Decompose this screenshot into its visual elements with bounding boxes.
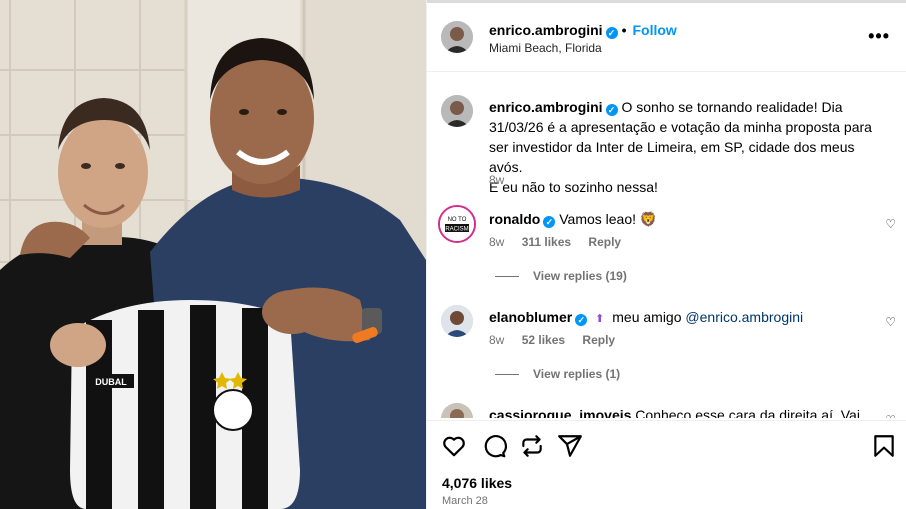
post-header: enrico.ambrogini ✓ • Follow Miami Beach, Fl… [427,4,906,72]
caption-meta: 8w [489,173,518,187]
comment-text-block: elanoblumer ✓ ⬆ meu amigo @enrico.ambrogi… [489,307,872,329]
comments-list[interactable]: enrico.ambrogini ✓ O sonho se tornando re… [427,73,906,418]
caption-avatar[interactable] [441,95,473,127]
svg-text:RACISM: RACISM [445,227,468,233]
comment-meta: 8w 311 likes Reply [489,235,635,249]
comment-time[interactable]: 8w [489,333,504,347]
comment-like-heart-icon[interactable]: ♡ [885,315,896,329]
verified-badge-icon: ✓ [575,314,588,326]
comment-reply-button[interactable]: Reply [582,333,615,347]
comment-likes[interactable]: 311 likes [522,235,571,249]
comment-like-heart-icon[interactable]: ♡ [885,413,896,418]
comment-text: Conheço esse cara da direita aí. Vai [635,407,860,418]
comment-icon[interactable] [481,433,507,459]
post-photo[interactable]: DUBAL [0,0,426,509]
comment-mention-link[interactable]: @enrico.ambrogini [685,309,803,325]
post-location[interactable]: Miami Beach, Florida [489,41,602,55]
caption-text-block: enrico.ambrogini ✓ O sonho se tornando re… [489,97,872,197]
verified-badge-icon: ✓ [543,216,556,228]
comment-text: meu amigo [612,309,682,325]
comment-item: elanoblumer ✓ ⬆ meu amigo @enrico.ambrogi… [427,305,906,385]
verified-badge-icon: ✓ [605,104,618,116]
follow-button[interactable]: Follow [632,22,676,38]
verified-badge-icon: ✓ [605,27,618,39]
comment-username[interactable]: ronaldo [489,211,540,227]
comment-time[interactable]: 8w [489,235,504,249]
comment-avatar-ronaldo[interactable]: NO TO RACISM [438,205,476,243]
bookmark-icon[interactable] [871,433,897,459]
jersey-brand-text: DUBAL [95,377,127,387]
caption-entry: enrico.ambrogini ✓ O sonho se tornando re… [427,95,906,195]
separator-dot: • [621,22,627,38]
comment-text-block: ronaldo ✓ Vamos leao! 🦁 [489,209,872,229]
likes-count[interactable]: 4,076 likes [442,475,512,491]
author-username[interactable]: enrico.ambrogini [489,22,603,38]
comment-like-heart-icon[interactable]: ♡ [885,217,896,231]
comment-text-block: cassioroque_imoveis Conheço esse cara da… [489,405,872,418]
comment-username[interactable]: elanoblumer [489,309,572,325]
svg-text:NO TO: NO TO [448,217,467,223]
view-replies-button[interactable]: View replies (19) [495,269,627,283]
view-replies-button[interactable]: View replies (1) [495,367,620,381]
more-options-icon[interactable]: ••• [868,26,890,47]
post-side-panel: enrico.ambrogini ✓ • Follow Miami Beach, Fl… [426,0,906,509]
comment-likes[interactable]: 52 likes [522,333,565,347]
post-image: DUBAL [0,0,426,509]
comment-text: Vamos leao! 🦁 [559,211,658,227]
top-fan-badge-icon: ⬆ [595,313,605,325]
post-action-bar: 4,076 likes March 28 [427,420,906,508]
share-icon[interactable] [557,433,583,459]
header-user-line: enrico.ambrogini ✓ • Follow [489,22,677,39]
heart-icon[interactable] [441,433,467,459]
post-date[interactable]: March 28 [442,495,488,507]
comment-meta: 8w 52 likes Reply [489,333,629,347]
comment-avatar-cassioroque[interactable] [441,403,473,418]
author-avatar[interactable] [441,21,473,53]
caption-username[interactable]: enrico.ambrogini [489,99,603,115]
comment-reply-button[interactable]: Reply [588,235,621,249]
top-divider [427,0,906,3]
comment-item: cassioroque_imoveis Conheço esse cara da… [427,403,906,418]
repost-icon[interactable] [519,433,545,459]
caption-time[interactable]: 8w [489,173,504,187]
jersey [70,300,300,509]
comment-username[interactable]: cassioroque_imoveis [489,407,631,418]
comment-avatar-elanoblumer[interactable] [441,305,473,337]
comment-item: NO TO RACISM ronaldo ✓ Vamos leao! 🦁 8w 31… [427,205,906,287]
